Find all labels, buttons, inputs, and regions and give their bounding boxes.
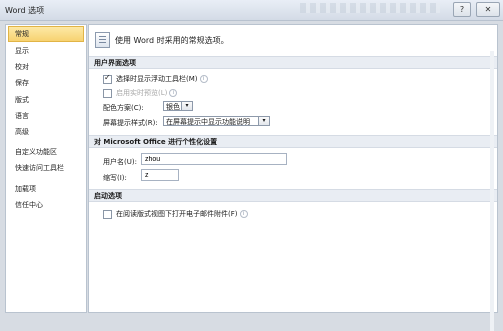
- live-preview-row: 启用实时预览(L) i: [103, 88, 178, 98]
- live-preview-label: 启用实时预览(L): [116, 89, 168, 97]
- background-ribbon-ghost: [300, 3, 440, 13]
- screentip-style-label: 屏幕提示样式(R):: [103, 119, 158, 127]
- nav-item-general[interactable]: 常规: [8, 26, 84, 42]
- intro-text: 使用 Word 时采用的常规选项。: [115, 36, 229, 45]
- title-bar: Word 选项 ? ✕: [0, 0, 503, 21]
- initials-input[interactable]: [141, 169, 179, 181]
- info-icon: i: [169, 89, 178, 97]
- nav-item-trust-center[interactable]: 信任中心: [6, 197, 86, 213]
- screentip-style-value: 在屏幕提示中显示功能说明: [166, 118, 250, 126]
- window-title: Word 选项: [5, 6, 45, 15]
- username-input[interactable]: [141, 153, 287, 165]
- options-nav: 常规 显示 校对 保存 版式 语言 高级 自定义功能区 快速访问工具栏 加载项 …: [5, 24, 87, 313]
- chevron-down-icon: ▾: [258, 117, 269, 125]
- initials-label: 缩写(I):: [103, 174, 127, 182]
- nav-item-customize-ribbon[interactable]: 自定义功能区: [6, 144, 86, 160]
- color-scheme-select[interactable]: 银色 ▾: [163, 101, 193, 111]
- section-header-startup: 启动选项: [89, 189, 497, 202]
- nav-item-quick-access[interactable]: 快速访问工具栏: [6, 160, 86, 176]
- show-minibar-row: 选择时显示浮动工具栏(M)i: [103, 73, 208, 84]
- nav-item-addins[interactable]: 加载项: [6, 181, 86, 197]
- nav-item-proofing[interactable]: 校对: [6, 59, 86, 75]
- info-icon: i: [199, 75, 208, 83]
- nav-item-layout[interactable]: 版式: [6, 92, 86, 108]
- chevron-down-icon: ▾: [181, 102, 192, 110]
- open-email-reading-label: 在阅读版式视图下打开电子邮件附件(F): [116, 210, 238, 218]
- nav-item-save[interactable]: 保存: [6, 75, 86, 91]
- close-button[interactable]: ✕: [476, 2, 500, 17]
- open-email-reading-row: 在阅读版式视图下打开电子邮件附件(F) i: [103, 209, 248, 219]
- nav-item-language[interactable]: 语言: [6, 108, 86, 124]
- nav-item-advanced[interactable]: 高级: [6, 124, 86, 140]
- username-label: 用户名(U):: [103, 158, 137, 166]
- color-scheme-value: 银色: [166, 103, 180, 111]
- options-panel: 使用 Word 时采用的常规选项。 用户界面选项 选择时显示浮动工具栏(M)i …: [88, 24, 498, 331]
- info-icon: i: [239, 210, 248, 218]
- open-email-reading-checkbox[interactable]: [103, 209, 112, 219]
- section-header-personalize: 对 Microsoft Office 进行个性化设置: [89, 135, 497, 148]
- color-scheme-label: 配色方案(C):: [103, 104, 144, 112]
- nav-item-display[interactable]: 显示: [6, 43, 86, 59]
- vertical-scrollbar[interactable]: [490, 51, 494, 331]
- general-options-icon: [95, 32, 110, 48]
- help-button[interactable]: ?: [453, 2, 471, 17]
- section-header-ui-options: 用户界面选项: [89, 56, 497, 69]
- show-minibar-checkbox[interactable]: [103, 73, 112, 84]
- screentip-style-select[interactable]: 在屏幕提示中显示功能说明 ▾: [163, 116, 270, 126]
- live-preview-checkbox[interactable]: [103, 88, 112, 98]
- show-minibar-label: 选择时显示浮动工具栏(M): [116, 75, 198, 83]
